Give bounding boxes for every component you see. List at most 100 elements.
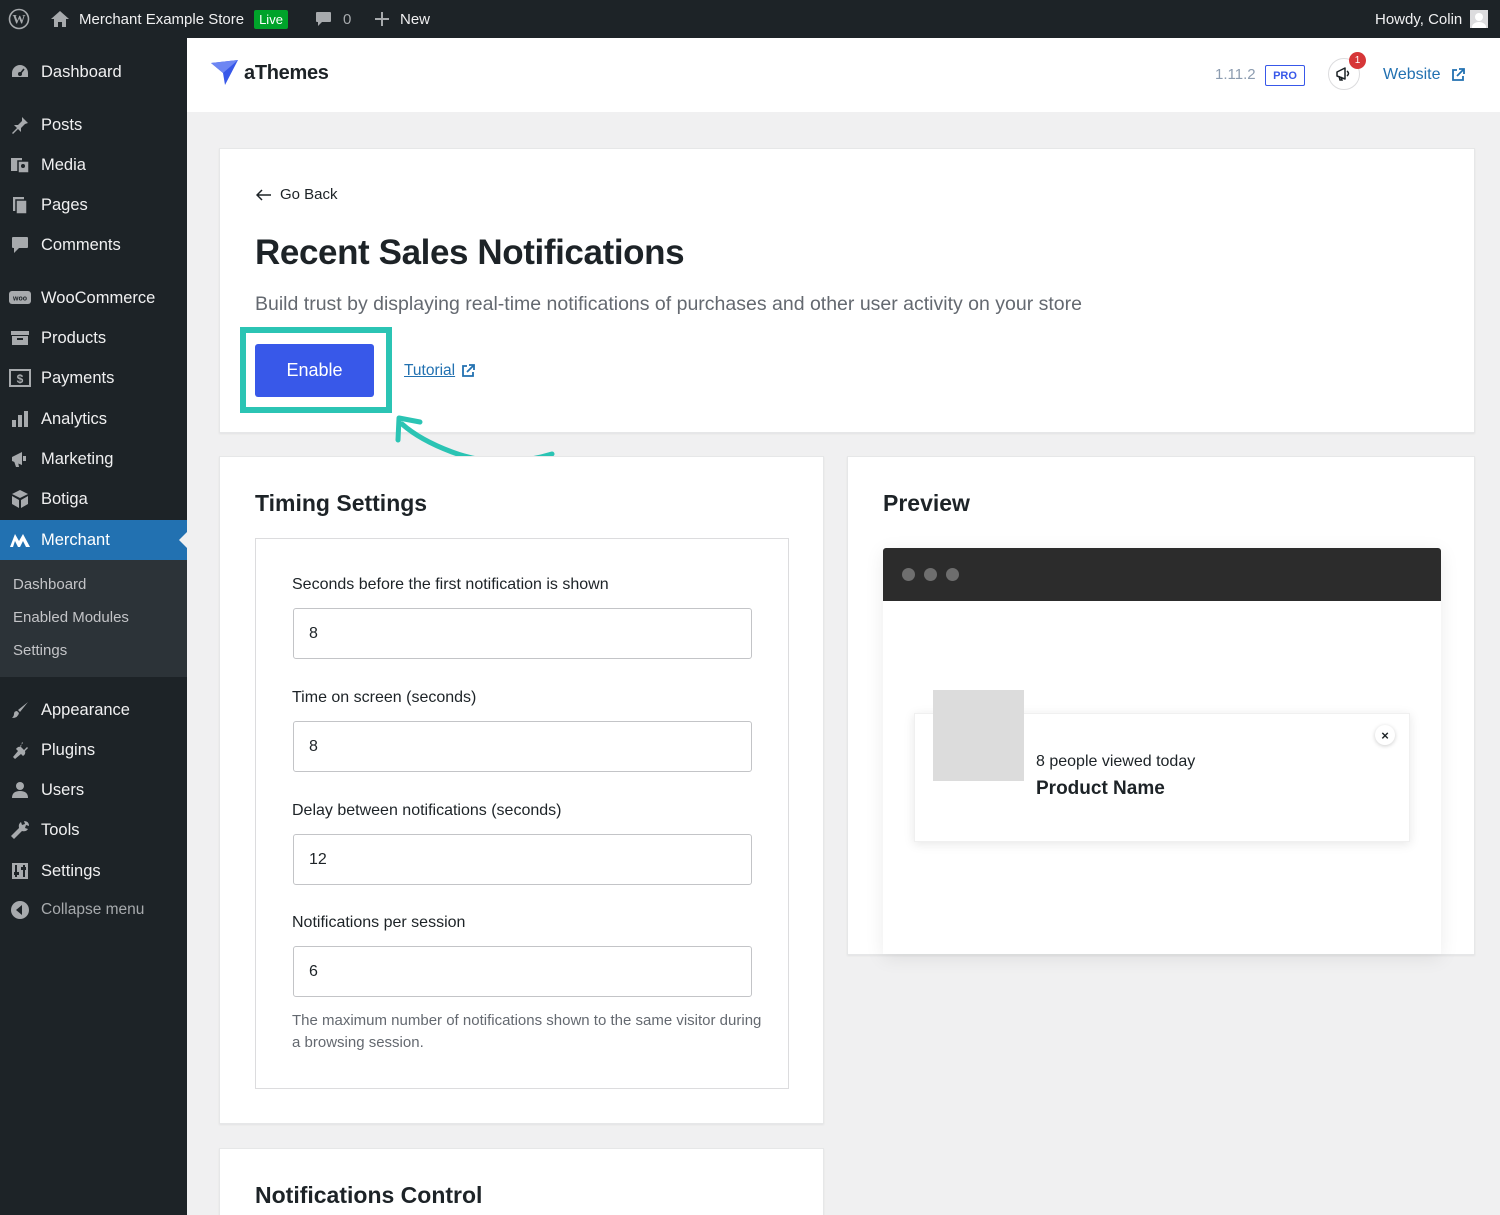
sidebar-item-posts[interactable]: Posts	[0, 105, 187, 145]
delay-between-input[interactable]	[293, 834, 752, 885]
admin-sidebar: Dashboard Posts Media Pages Comments woo…	[0, 38, 187, 1215]
sidebar-item-label: Dashboard	[41, 62, 122, 81]
archive-icon	[9, 327, 31, 349]
sidebar-item-label: Appearance	[41, 700, 130, 719]
sidebar-item-label: WooCommerce	[41, 288, 156, 307]
arrow-left-icon	[256, 188, 272, 201]
product-thumbnail	[933, 690, 1024, 781]
time-on-screen-input[interactable]	[293, 721, 752, 772]
woo-icon: woo	[9, 287, 31, 309]
sidebar-item-label: Botiga	[41, 489, 88, 508]
sidebar-item-label: Pages	[41, 195, 88, 214]
live-badge: Live	[254, 9, 288, 29]
collapse-menu-label: Collapse menu	[41, 901, 145, 918]
website-link[interactable]: Website	[1383, 66, 1465, 84]
sidebar-item-products[interactable]: Products	[0, 318, 187, 358]
dollar-icon: $	[9, 367, 31, 389]
sidebar-item-label: Settings	[41, 861, 101, 880]
tutorial-label: Tutorial	[404, 362, 456, 379]
pages-icon	[9, 194, 31, 216]
external-link-icon	[1451, 68, 1465, 82]
sidebar-item-media[interactable]: Media	[0, 145, 187, 185]
sidebar-item-label: Comments	[41, 235, 121, 254]
site-name: Merchant Example Store	[79, 10, 245, 28]
sidebar-item-comments[interactable]: Comments	[0, 225, 187, 265]
sidebar-item-plugins[interactable]: Plugins	[0, 730, 187, 770]
home-icon	[50, 10, 70, 28]
go-back-link[interactable]: Go Back	[256, 186, 338, 203]
notifications-control-title: Notifications Control	[255, 1182, 483, 1208]
field-label: Seconds before the first notification is…	[292, 576, 609, 593]
svg-text:woo: woo	[12, 296, 27, 303]
sidebar-item-tools[interactable]: Tools	[0, 810, 187, 850]
plugin-header: aThemes 1.11.2 PRO 1 Website	[187, 38, 1500, 112]
notification-product-name: Product Name	[1036, 778, 1165, 799]
plus-icon	[374, 11, 390, 27]
svg-text:W: W	[13, 12, 26, 27]
preview-card: Preview 8 people viewed today Product Na…	[847, 456, 1475, 955]
wordpress-logo-icon[interactable]: W	[8, 0, 30, 38]
new-label: New	[400, 10, 431, 28]
user-icon	[9, 779, 31, 801]
external-link-icon	[461, 364, 476, 378]
comments-link[interactable]: 0	[315, 0, 351, 38]
collapse-arrow-icon	[9, 899, 31, 921]
sidebar-item-merchant[interactable]: Merchant	[0, 520, 187, 560]
submenu-item-dashboard[interactable]: Dashboard	[13, 576, 86, 593]
account-menu[interactable]: Howdy, Colin	[1375, 0, 1489, 38]
athemes-logo-icon	[211, 60, 239, 91]
new-content-link[interactable]: New	[374, 0, 430, 38]
sidebar-item-pages[interactable]: Pages	[0, 185, 187, 225]
comment-icon	[315, 11, 332, 27]
sidebar-item-label: Payments	[41, 368, 115, 387]
dashboard-icon	[9, 61, 31, 83]
sidebar-item-dashboard[interactable]: Dashboard	[0, 52, 187, 92]
page-title: Recent Sales Notifications	[255, 233, 685, 272]
notification-message: 8 people viewed today	[1036, 753, 1196, 770]
enable-button[interactable]: Enable	[255, 344, 374, 397]
sidebar-item-users[interactable]: Users	[0, 770, 187, 810]
sidebar-item-label: Media	[41, 155, 86, 174]
field-help-text: The maximum number of notifications show…	[292, 1012, 762, 1051]
preview-title: Preview	[883, 490, 970, 516]
sidebar-item-label: Tools	[41, 820, 80, 839]
sidebar-item-label: Plugins	[41, 740, 96, 759]
sidebar-item-botiga[interactable]: Botiga	[0, 479, 187, 519]
collapse-menu-button[interactable]: Collapse menu	[0, 890, 187, 930]
browser-mockup: 8 people viewed today Product Name ×	[883, 548, 1441, 954]
pro-badge: PRO	[1265, 65, 1305, 86]
submenu-item-settings[interactable]: Settings	[13, 642, 67, 659]
field-label: Notifications per session	[292, 914, 466, 931]
first-notification-delay-input[interactable]	[293, 608, 752, 659]
brush-icon	[9, 699, 31, 721]
megaphone-icon	[9, 448, 31, 470]
pin-icon	[9, 114, 31, 136]
submenu-item-enabled-modules[interactable]: Enabled Modules	[13, 609, 129, 626]
window-dot-icon	[924, 568, 937, 581]
megaphone-icon	[1336, 67, 1352, 81]
website-label: Website	[1383, 66, 1441, 83]
tutorial-link[interactable]: Tutorial	[404, 362, 476, 380]
sidebar-item-appearance[interactable]: Appearance	[0, 690, 187, 730]
sidebar-item-marketing[interactable]: Marketing	[0, 439, 187, 479]
comments-count: 0	[343, 10, 352, 28]
sidebar-item-woocommerce[interactable]: woo WooCommerce	[0, 278, 187, 318]
notifications-control-card: Notifications Control	[219, 1148, 824, 1215]
bar-chart-icon	[9, 408, 31, 430]
admin-bar: W Merchant Example Store Live 0 New Howd…	[0, 0, 1500, 38]
avatar	[1470, 10, 1489, 28]
version-number: 1.11.2	[1215, 66, 1256, 83]
sidebar-item-settings[interactable]: Settings	[0, 851, 187, 891]
site-home-link[interactable]: Merchant Example Store Live	[50, 0, 288, 38]
comment-icon	[9, 234, 31, 256]
media-icon	[9, 154, 31, 176]
module-header-card: Go Back Recent Sales Notifications Build…	[219, 148, 1475, 433]
sidebar-item-payments[interactable]: $ Payments	[0, 358, 187, 398]
notifications-per-session-input[interactable]	[293, 946, 752, 997]
browser-toolbar	[883, 548, 1441, 601]
field-label: Delay between notifications (seconds)	[292, 802, 562, 819]
close-icon[interactable]: ×	[1375, 725, 1395, 745]
sidebar-item-analytics[interactable]: Analytics	[0, 399, 187, 439]
athemes-logo-text: aThemes	[244, 62, 329, 84]
sidebar-item-label: Merchant	[41, 530, 110, 549]
